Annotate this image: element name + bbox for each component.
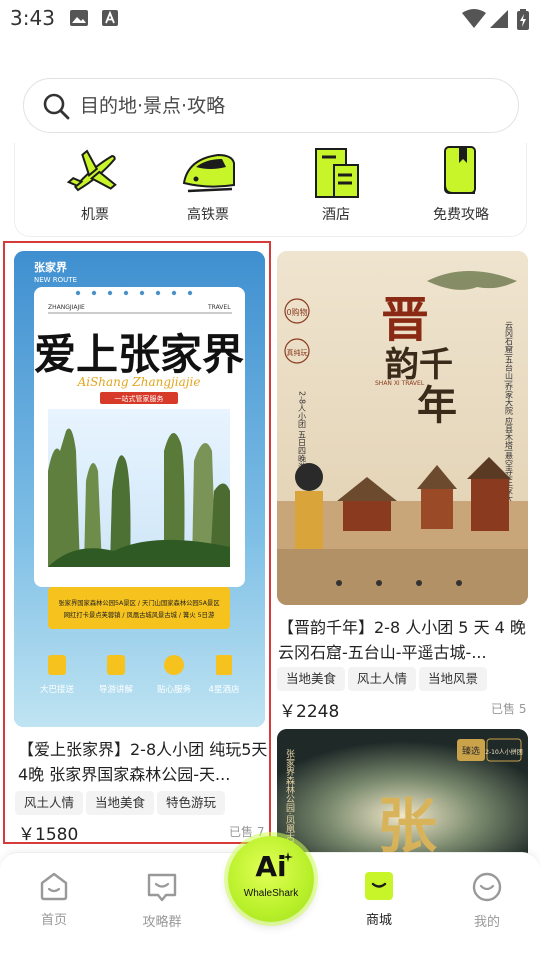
profile-icon: [472, 872, 502, 902]
status-time: 3:43: [10, 6, 55, 30]
poster-headline-top: 晋: [381, 292, 429, 348]
category-plane[interactable]: 机票: [45, 145, 145, 233]
nav-label: 商城: [365, 913, 392, 928]
category-guide[interactable]: 免费攻略: [411, 145, 511, 233]
nav-label: 我的: [473, 915, 500, 930]
poster-badge-left: 臻选: [462, 745, 480, 757]
product-poster[interactable]: 0购物 真纯玩 2-8人小团 五日四晚游 晋 韵千 年 SHAN XI TRAV…: [277, 251, 528, 605]
category-hotel[interactable]: 酒店: [286, 145, 386, 233]
sparkle-icon: [283, 852, 293, 862]
category-card: 机票 高铁票 酒店 免费攻略: [14, 143, 527, 237]
gallery-icon: [70, 10, 88, 26]
ai-assistant-button[interactable]: Ai WhaleShark: [228, 836, 314, 922]
search-input[interactable]: [80, 89, 500, 123]
status-bar: 3:43: [0, 0, 540, 38]
nav-mall[interactable]: 商城: [339, 871, 419, 928]
poster-badge1: 0购物: [286, 307, 307, 317]
poster-headline-bottom: 年: [417, 382, 457, 429]
text-app-icon: [102, 10, 118, 26]
poster-side-left: 2-8人小团 五日四晚游: [298, 391, 307, 472]
nav-label: 首页: [40, 913, 67, 928]
plane-icon: [66, 149, 117, 192]
product-price: ￥2248: [279, 702, 340, 722]
category-label: 免费攻略: [433, 207, 489, 223]
poster-en: SHAN XI TRAVEL: [375, 380, 425, 387]
hotel-icon: [315, 148, 359, 198]
guide-icon: [444, 146, 476, 194]
nav-home[interactable]: 首页: [14, 871, 94, 928]
mall-icon: [365, 872, 393, 900]
poster-cave: 张家界森林公园·凤凰古城 臻选 2-10人小拼团 张: [277, 729, 528, 853]
battery-icon: [517, 9, 529, 30]
category-label: 机票: [81, 207, 109, 223]
nav-label: 攻略群: [142, 915, 182, 930]
train-icon: [182, 153, 235, 193]
search-bar[interactable]: [23, 78, 519, 133]
chat-icon: [147, 873, 177, 902]
wifi-icon: [462, 9, 486, 28]
poster-badge2: 真纯玩: [287, 348, 308, 357]
product-tag: 风土人情: [348, 667, 417, 691]
product-tag: 当地美食: [277, 667, 346, 691]
poster-shanxi: 0购物 真纯玩 2-8人小团 五日四晚游 晋 韵千 年 SHAN XI TRAV…: [277, 251, 528, 605]
category-label: 高铁票: [187, 207, 229, 223]
product-title: 【晋韵千年】2-8 人小团 5 天 4 晚 云冈石窟-五台山-平遥古城-...: [278, 618, 526, 662]
home-icon: [40, 872, 68, 901]
poster-side-text: 张家界森林公园·凤凰古城: [284, 749, 295, 852]
category-train[interactable]: 高铁票: [158, 145, 258, 233]
category-label: 酒店: [322, 207, 350, 223]
product-tag: 当地风景: [419, 667, 488, 691]
ai-button-label: Ai: [255, 850, 287, 883]
ai-button-sublabel: WhaleShark: [243, 888, 299, 899]
nav-profile[interactable]: 我的: [447, 871, 527, 930]
search-icon: [43, 93, 70, 120]
poster-headline-mid: 韵千: [385, 345, 453, 385]
selection-highlight: [3, 241, 271, 844]
poster-badge-right: 2-10人小拼团: [485, 748, 523, 756]
app-screen: 3:43 目的地·景点·攻略 机票 高铁票 酒店 免费攻略 张家界 NEW RO…: [0, 0, 540, 960]
poster-headline: 张: [377, 792, 437, 853]
nav-guide-group[interactable]: 攻略群: [122, 871, 202, 930]
product-sold-count: 已售 5: [491, 702, 527, 716]
product-poster[interactable]: 张家界森林公园·凤凰古城 臻选 2-10人小拼团 张: [277, 729, 528, 853]
signal-icon: [490, 10, 508, 28]
